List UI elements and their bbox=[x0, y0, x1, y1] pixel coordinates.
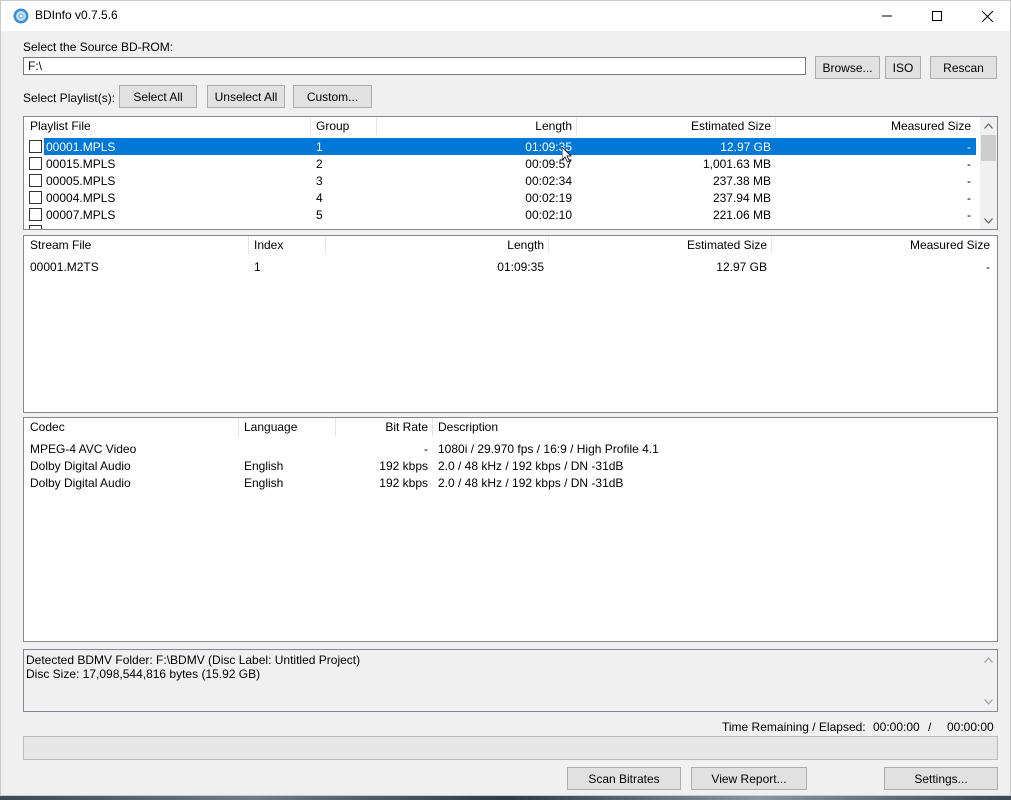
rescan-button[interactable]: Rescan bbox=[930, 56, 997, 79]
scan-bitrates-button[interactable]: Scan Bitrates bbox=[567, 767, 681, 790]
minimize-button[interactable] bbox=[864, 1, 910, 31]
header-group[interactable]: Group bbox=[316, 117, 349, 135]
header-index[interactable]: Index bbox=[254, 236, 283, 254]
unselect-all-button[interactable]: Unselect All bbox=[207, 85, 285, 108]
maximize-button[interactable] bbox=[914, 1, 960, 31]
status-line-folder: Detected BDMV Folder: F:\BDMV (Disc Labe… bbox=[26, 653, 361, 667]
scroll-up-arrow[interactable] bbox=[980, 117, 997, 134]
header-measured-size[interactable]: Measured Size bbox=[775, 117, 971, 135]
scan-progress-bar bbox=[23, 736, 998, 760]
checkbox[interactable] bbox=[29, 208, 42, 221]
scroll-down-arrow[interactable] bbox=[980, 212, 997, 229]
header-bit-rate[interactable]: Bit Rate bbox=[335, 418, 428, 436]
codec-table[interactable]: Codec Language Bit Rate Description MPEG… bbox=[23, 417, 998, 642]
header-measured-size[interactable]: Measured Size bbox=[771, 236, 990, 254]
header-length[interactable]: Length bbox=[325, 236, 544, 254]
scroll-up-arrow[interactable] bbox=[980, 651, 997, 668]
table-row[interactable]: 00004.MPLS 4 00:02:19 237.94 MB - bbox=[24, 189, 979, 206]
status-line-disc-size: Disc Size: 17,098,544,816 bytes (15.92 G… bbox=[26, 667, 261, 681]
table-row[interactable]: Dolby Digital Audio English 192 kbps 2.0… bbox=[24, 474, 997, 491]
disc-icon bbox=[13, 8, 29, 24]
select-playlists-label: Select Playlist(s): bbox=[23, 91, 116, 105]
header-codec[interactable]: Codec bbox=[30, 418, 65, 436]
close-button[interactable] bbox=[964, 1, 1010, 31]
scroll-down-arrow[interactable] bbox=[980, 693, 997, 710]
checkbox[interactable] bbox=[29, 140, 42, 153]
chevron-down-icon bbox=[984, 698, 993, 705]
playlist-table[interactable]: Playlist File Group Length Estimated Siz… bbox=[23, 116, 998, 230]
view-report-button[interactable]: View Report... bbox=[691, 767, 807, 790]
select-all-button[interactable]: Select All bbox=[119, 85, 197, 108]
source-label: Select the Source BD-ROM: bbox=[23, 40, 174, 54]
scroll-thumb[interactable] bbox=[981, 135, 996, 161]
mouse-cursor-icon bbox=[562, 147, 572, 163]
table-row[interactable]: 00005.MPLS 3 00:02:34 237.38 MB - bbox=[24, 172, 979, 189]
playlist-scrollbar[interactable] bbox=[980, 117, 997, 229]
chevron-down-icon bbox=[984, 217, 993, 224]
chevron-up-icon bbox=[984, 122, 993, 129]
time-elapsed: 00:00:00 bbox=[947, 720, 994, 734]
header-length[interactable]: Length bbox=[376, 117, 572, 135]
time-separator: / bbox=[928, 720, 932, 734]
checkbox[interactable] bbox=[29, 157, 42, 170]
status-textbox[interactable]: Detected BDMV Folder: F:\BDMV (Disc Labe… bbox=[23, 649, 998, 712]
desktop-background bbox=[0, 796, 1011, 800]
header-estimated-size[interactable]: Estimated Size bbox=[548, 236, 767, 254]
window-title: BDInfo v0.7.5.6 bbox=[35, 8, 118, 22]
browse-button[interactable]: Browse... bbox=[815, 56, 880, 79]
time-label: Time Remaining / Elapsed: bbox=[722, 720, 866, 734]
settings-button[interactable]: Settings... bbox=[884, 767, 998, 790]
stream-table[interactable]: Stream File Index Length Estimated Size … bbox=[23, 235, 998, 413]
table-row[interactable]: MPEG-4 AVC Video - 1080i / 29.970 fps / … bbox=[24, 440, 997, 457]
bdinfo-window: BDInfo v0.7.5.6 Select the Source BD-ROM… bbox=[0, 0, 1011, 796]
header-estimated-size[interactable]: Estimated Size bbox=[576, 117, 771, 135]
minimize-icon bbox=[882, 15, 892, 17]
table-row[interactable]: 00001.MPLS 1 01:09:35 12.97 GB - bbox=[24, 138, 979, 155]
table-row[interactable]: 00015.MPLS 2 00:09:57 1,001.63 MB - bbox=[24, 155, 979, 172]
title-bar[interactable]: BDInfo v0.7.5.6 bbox=[1, 1, 1010, 31]
header-description[interactable]: Description bbox=[438, 418, 498, 436]
header-stream-file[interactable]: Stream File bbox=[30, 236, 91, 254]
header-playlist-file[interactable]: Playlist File bbox=[30, 117, 91, 135]
checkbox[interactable] bbox=[29, 191, 42, 204]
iso-button[interactable]: ISO bbox=[885, 56, 921, 79]
table-row[interactable]: Dolby Digital Audio English 192 kbps 2.0… bbox=[24, 457, 997, 474]
chevron-up-icon bbox=[984, 656, 993, 663]
source-path-input[interactable]: F:\ bbox=[23, 57, 806, 75]
status-scrollbar[interactable] bbox=[980, 650, 997, 711]
time-remaining: 00:00:00 bbox=[873, 720, 920, 734]
checkbox bbox=[29, 225, 42, 229]
header-language[interactable]: Language bbox=[244, 418, 297, 436]
table-row-partial bbox=[24, 223, 979, 229]
table-row[interactable]: 00007.MPLS 5 00:02:10 221.06 MB - bbox=[24, 206, 979, 223]
checkbox[interactable] bbox=[29, 174, 42, 187]
close-icon bbox=[981, 10, 993, 22]
maximize-icon bbox=[932, 11, 942, 21]
custom-button[interactable]: Custom... bbox=[293, 85, 372, 108]
table-row[interactable]: 00001.M2TS 1 01:09:35 12.97 GB - bbox=[24, 258, 997, 275]
